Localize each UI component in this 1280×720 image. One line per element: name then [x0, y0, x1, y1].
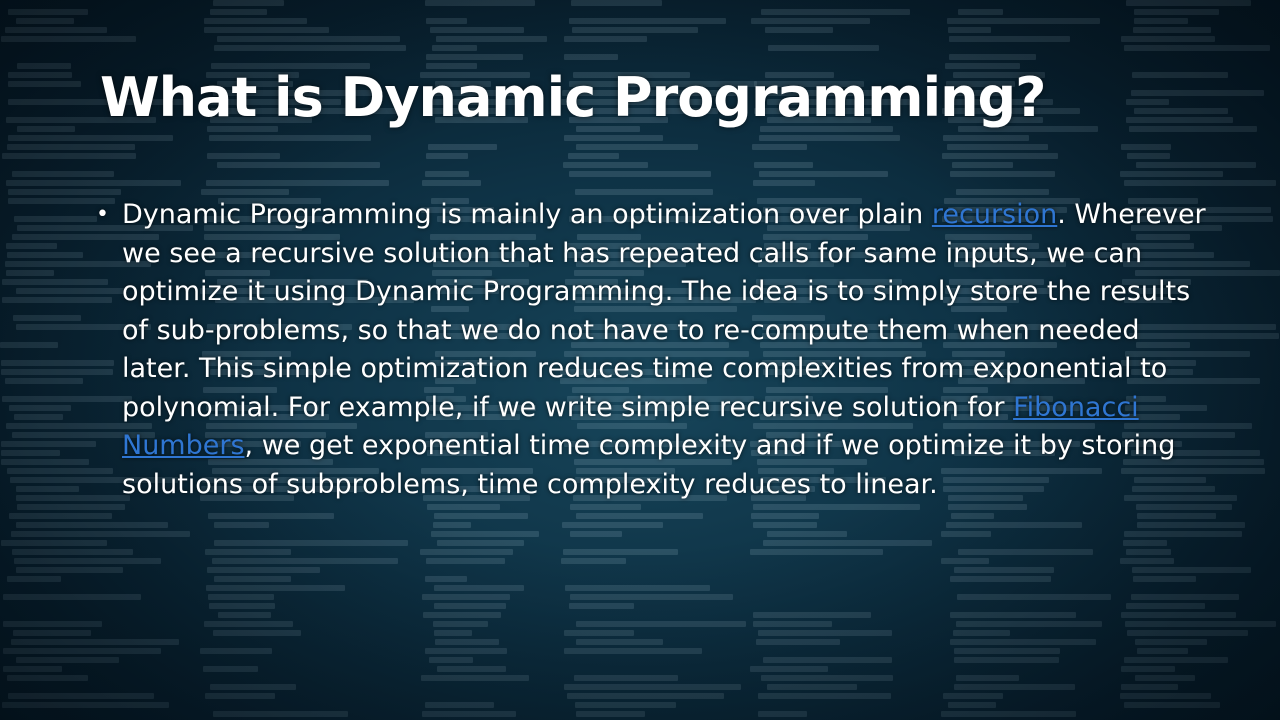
slide-body: • Dynamic Programming is mainly an optim… [96, 196, 1216, 504]
bullet-item: • Dynamic Programming is mainly an optim… [96, 196, 1216, 504]
slide-title: What is Dynamic Programming? [100, 66, 1047, 129]
paragraph-text-part1: Dynamic Programming is mainly an optimiz… [122, 199, 932, 230]
recursion-link[interactable]: recursion [932, 199, 1057, 230]
paragraph-text-part3: , we get exponential time complexity and… [122, 430, 1176, 500]
paragraph-text-part2: . Wherever we see a recursive solution t… [122, 199, 1206, 423]
bullet-paragraph: Dynamic Programming is mainly an optimiz… [122, 196, 1216, 504]
bullet-dot-icon: • [96, 202, 109, 227]
slide: What is Dynamic Programming? • Dynamic P… [0, 0, 1280, 720]
